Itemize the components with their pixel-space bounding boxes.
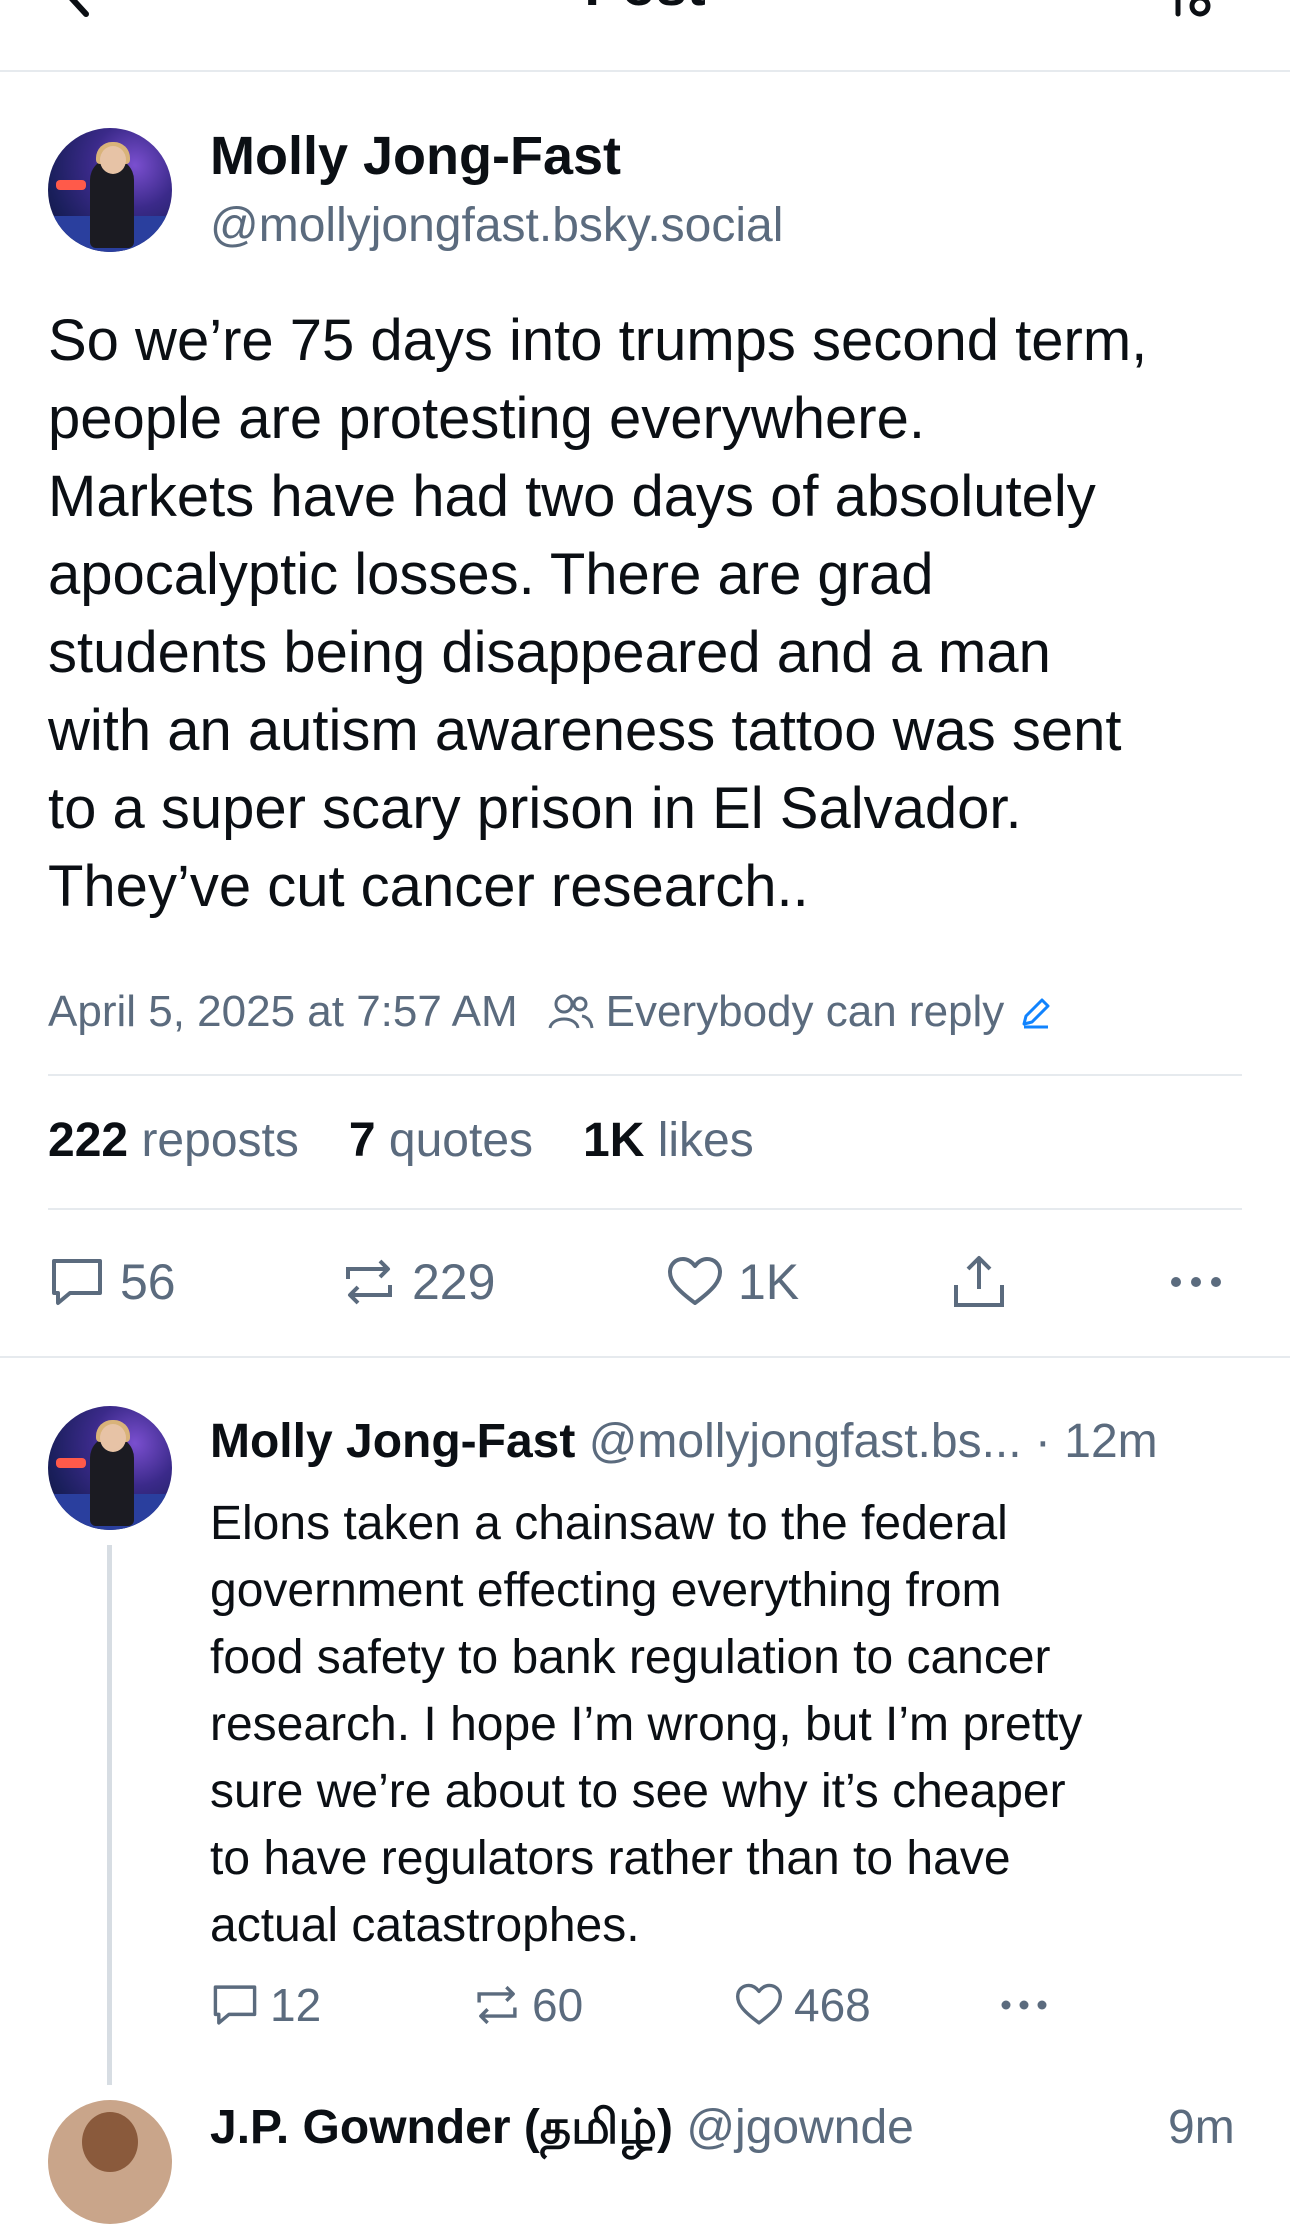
header-divider <box>0 70 1290 72</box>
reply-like-count: 468 <box>794 1979 871 2031</box>
next-time: 9m <box>1168 2101 1235 2154</box>
reply-text[interactable]: Elons taken a chainsaw to the federal go… <box>210 1490 1250 1959</box>
repost-icon <box>346 1259 392 1305</box>
page-title: Post <box>0 0 1290 16</box>
post-text: So we’re 75 days into trumps second term… <box>48 308 1148 919</box>
avatar[interactable] <box>48 128 172 252</box>
reply-permission[interactable]: Everybody can reply <box>548 987 1067 1037</box>
repost-button[interactable]: 229 <box>340 1250 495 1314</box>
next-author-name[interactable]: J.P. Gownder (தமிழ்) <box>210 2101 673 2154</box>
quotes-stat[interactable]: 7 quotes <box>349 1113 533 1168</box>
share-button[interactable] <box>950 1250 1022 1314</box>
like-button[interactable]: 1K <box>666 1250 799 1314</box>
more-icon <box>1001 2000 1047 2010</box>
comment-icon <box>213 1985 257 2025</box>
reply-permission-label: Everybody can reply <box>605 987 1005 1036</box>
more-button[interactable] <box>1168 1250 1238 1314</box>
stats-divider <box>48 1208 1242 1210</box>
reply-actions: 12 60 468 <box>210 1975 1110 2035</box>
reply-count: 56 <box>120 1254 176 1310</box>
author-handle[interactable]: @mollyjongfast.bsky.social <box>210 198 783 254</box>
reply-button[interactable]: 56 <box>48 1250 176 1314</box>
reply-more-button[interactable] <box>998 1975 1060 2035</box>
author-name[interactable]: Molly Jong-Fast <box>210 124 621 188</box>
likes-stat[interactable]: 1K likes <box>583 1113 754 1168</box>
post-actions: 56 229 1K <box>48 1250 1248 1314</box>
heart-icon <box>736 1983 782 2025</box>
thread-line <box>107 1545 112 2085</box>
reply-like-button[interactable]: 468 <box>734 1975 871 2035</box>
meta-divider <box>48 1074 1242 1076</box>
more-icon <box>1171 1277 1221 1287</box>
reply-repost-button[interactable]: 60 <box>472 1975 583 2035</box>
post-meta: April 5, 2025 at 7:57 AM Everybody can r… <box>48 982 1066 1042</box>
reply-repost-count: 60 <box>532 1979 584 2031</box>
likes-count: 1K <box>583 1113 645 1167</box>
reposts-count: 222 <box>48 1113 129 1167</box>
quotes-label: quotes <box>388 1113 534 1167</box>
post-divider <box>0 1356 1290 1358</box>
top-bar: Post <box>0 0 1290 70</box>
reply-reply-button[interactable]: 12 <box>210 1975 321 2035</box>
people-icon <box>548 994 594 1029</box>
quotes-count: 7 <box>348 1113 376 1167</box>
reply-reply-count: 12 <box>270 1979 322 2031</box>
next-author-handle[interactable]: @jgownde <box>686 2101 914 2154</box>
reply-header[interactable]: Molly Jong-Fast @mollyjongfast.bs... · 1… <box>210 1412 1250 1472</box>
next-avatar[interactable] <box>48 2100 172 2224</box>
sort-icon[interactable] <box>1168 0 1212 20</box>
reply-author-name[interactable]: Molly Jong-Fast <box>210 1415 575 1468</box>
repost-icon <box>477 1985 517 2025</box>
comment-icon <box>52 1259 102 1305</box>
heart-icon <box>668 1257 722 1305</box>
reposts-stat[interactable]: 222 reposts <box>48 1113 299 1168</box>
post-timestamp: April 5, 2025 at 7:57 AM <box>48 987 518 1036</box>
share-icon <box>954 1256 1004 1307</box>
reply-author-handle[interactable]: @mollyjongfast.bs... <box>589 1415 1022 1468</box>
reply-avatar[interactable] <box>48 1406 172 1530</box>
like-count: 1K <box>738 1254 800 1310</box>
repost-count: 229 <box>412 1254 496 1310</box>
reposts-label: reposts <box>141 1113 299 1167</box>
reply-time: · 12m <box>1034 1415 1158 1468</box>
post-stats: 222 reposts 7 quotes 1K likes <box>48 1110 804 1170</box>
next-reply-header[interactable]: J.P. Gownder (தமிழ்) @jgownde <box>210 2098 914 2158</box>
pencil-icon[interactable] <box>1018 994 1054 1030</box>
likes-label: likes <box>657 1113 754 1167</box>
